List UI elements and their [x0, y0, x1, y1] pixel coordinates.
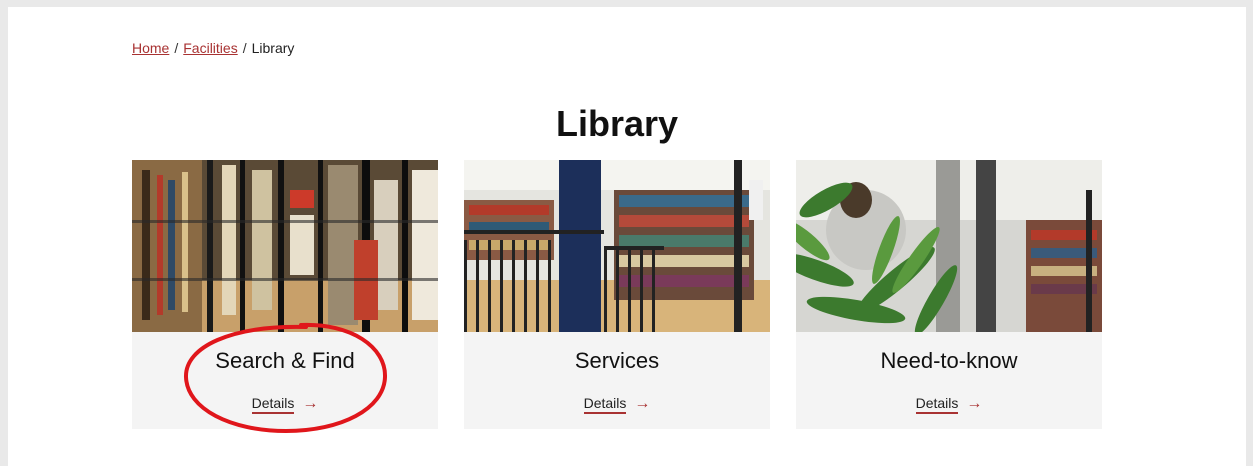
- breadcrumb-separator: /: [174, 40, 179, 56]
- card-image-bookshelves: [132, 160, 438, 332]
- arrow-right-icon: →: [302, 395, 319, 412]
- details-label: Details: [583, 395, 627, 414]
- card-title: Search & Find: [215, 348, 355, 373]
- card-title: Need-to-know: [880, 348, 1018, 373]
- details-link[interactable]: Details →: [796, 395, 1102, 414]
- arrow-right-icon: →: [634, 395, 651, 412]
- breadcrumb-separator: /: [242, 40, 247, 56]
- card-search-find[interactable]: Search & Find Details →: [132, 160, 438, 429]
- breadcrumb-facilities-link[interactable]: Facilities: [183, 40, 237, 56]
- page-container: Home / Facilities / Library Library Sear…: [8, 7, 1246, 466]
- breadcrumb: Home / Facilities / Library: [132, 40, 294, 56]
- card-image-library-interior: [464, 160, 770, 332]
- arrow-right-icon: →: [966, 395, 983, 412]
- details-label: Details: [915, 395, 959, 414]
- card-need-to-know[interactable]: Need-to-know Details →: [796, 160, 1102, 429]
- breadcrumb-home-link[interactable]: Home: [132, 40, 169, 56]
- card-title: Services: [574, 348, 660, 373]
- details-label: Details: [251, 395, 295, 414]
- page-title: Library: [555, 103, 679, 144]
- details-link[interactable]: Details →: [132, 395, 438, 414]
- details-link[interactable]: Details →: [464, 395, 770, 414]
- card-image-plants-reader: [796, 160, 1102, 332]
- breadcrumb-current: Library: [251, 40, 295, 56]
- card-services[interactable]: Services Details →: [464, 160, 770, 429]
